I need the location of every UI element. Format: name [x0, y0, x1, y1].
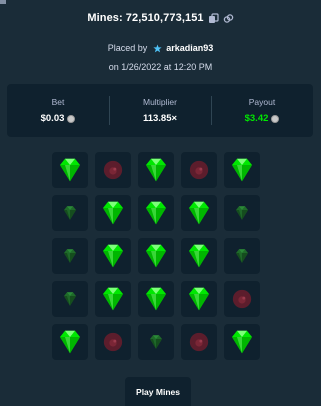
tile-gem-unrevealed	[224, 238, 260, 274]
gem-icon	[55, 155, 85, 185]
tile-gem	[138, 281, 174, 317]
username-link[interactable]: arkadian93	[166, 43, 213, 53]
placed-by-label: Placed by	[107, 43, 148, 53]
gem-icon	[227, 327, 257, 357]
multiplier-stat: Multiplier 113.85×	[109, 84, 211, 137]
tile-mine	[181, 324, 217, 360]
tile-gem-unrevealed	[52, 195, 88, 231]
mine-icon	[102, 331, 124, 353]
tile-gem-unrevealed	[138, 324, 174, 360]
bet-label: Bet	[51, 97, 65, 107]
gem-icon	[98, 198, 128, 228]
tile-mine	[224, 281, 260, 317]
tile-gem	[95, 195, 131, 231]
gem-icon	[98, 284, 128, 314]
gem-icon	[141, 155, 171, 185]
gem-icon	[141, 284, 171, 314]
gem-icon	[227, 155, 257, 185]
placed-date: on 1/26/2022 at 12:20 PM	[108, 62, 213, 72]
bet-header: Mines: 72,510,773,151	[0, 12, 321, 24]
gem-icon	[55, 327, 85, 357]
tile-gem	[181, 281, 217, 317]
tile-mine	[95, 152, 131, 188]
tile-mine	[181, 152, 217, 188]
gem-icon	[233, 247, 251, 265]
payout-value: $3.42	[244, 113, 269, 124]
payout-amount: $3.42	[245, 113, 280, 124]
tile-gem	[138, 152, 174, 188]
corner-indicator	[0, 0, 6, 4]
coin-icon	[67, 114, 76, 123]
tile-gem	[224, 324, 260, 360]
tile-gem	[181, 195, 217, 231]
gem-icon	[98, 241, 128, 271]
gem-icon	[184, 198, 214, 228]
play-mines-button[interactable]: Play Mines	[125, 377, 191, 406]
tile-gem	[95, 281, 131, 317]
star-icon	[153, 43, 162, 53]
multiplier-value: 113.85×	[142, 113, 178, 124]
game-id: 72,510,773,151	[125, 12, 204, 24]
tile-gem	[95, 238, 131, 274]
mine-icon	[102, 159, 124, 181]
gem-icon	[141, 198, 171, 228]
bet-value: $0.03	[40, 113, 65, 124]
multiplier-label: Multiplier	[142, 97, 177, 107]
gem-icon	[184, 241, 214, 271]
placed-by-line: Placed by arkadian93	[0, 43, 321, 53]
gem-icon	[147, 333, 165, 351]
mine-icon	[188, 331, 210, 353]
mines-label: Mines:	[87, 12, 123, 24]
tile-gem	[224, 152, 260, 188]
tile-mine	[95, 324, 131, 360]
bet-stats-panel: Bet $0.03 Multiplier 113.85× Payout $3.4…	[7, 84, 313, 137]
mine-icon	[231, 288, 253, 310]
mine-icon	[188, 159, 210, 181]
gem-icon	[61, 290, 79, 308]
link-icon[interactable]	[223, 13, 234, 24]
copy-icon[interactable]	[208, 12, 219, 24]
tile-gem	[52, 324, 88, 360]
tile-gem	[138, 238, 174, 274]
bet-amount: $0.03	[41, 113, 76, 124]
tile-gem-unrevealed	[52, 281, 88, 317]
gem-icon	[61, 204, 79, 222]
tile-gem	[52, 152, 88, 188]
payout-label: Payout	[248, 97, 276, 107]
payout-stat: Payout $3.42	[211, 84, 313, 137]
bet-stat: Bet $0.03	[7, 84, 109, 137]
tile-gem-unrevealed	[224, 195, 260, 231]
tile-gem	[181, 238, 217, 274]
gem-icon	[141, 241, 171, 271]
coin-icon	[271, 114, 280, 123]
tile-gem-unrevealed	[52, 238, 88, 274]
mines-grid	[52, 152, 260, 360]
gem-icon	[233, 204, 251, 222]
gem-icon	[184, 284, 214, 314]
tile-gem	[138, 195, 174, 231]
gem-icon	[61, 247, 79, 265]
